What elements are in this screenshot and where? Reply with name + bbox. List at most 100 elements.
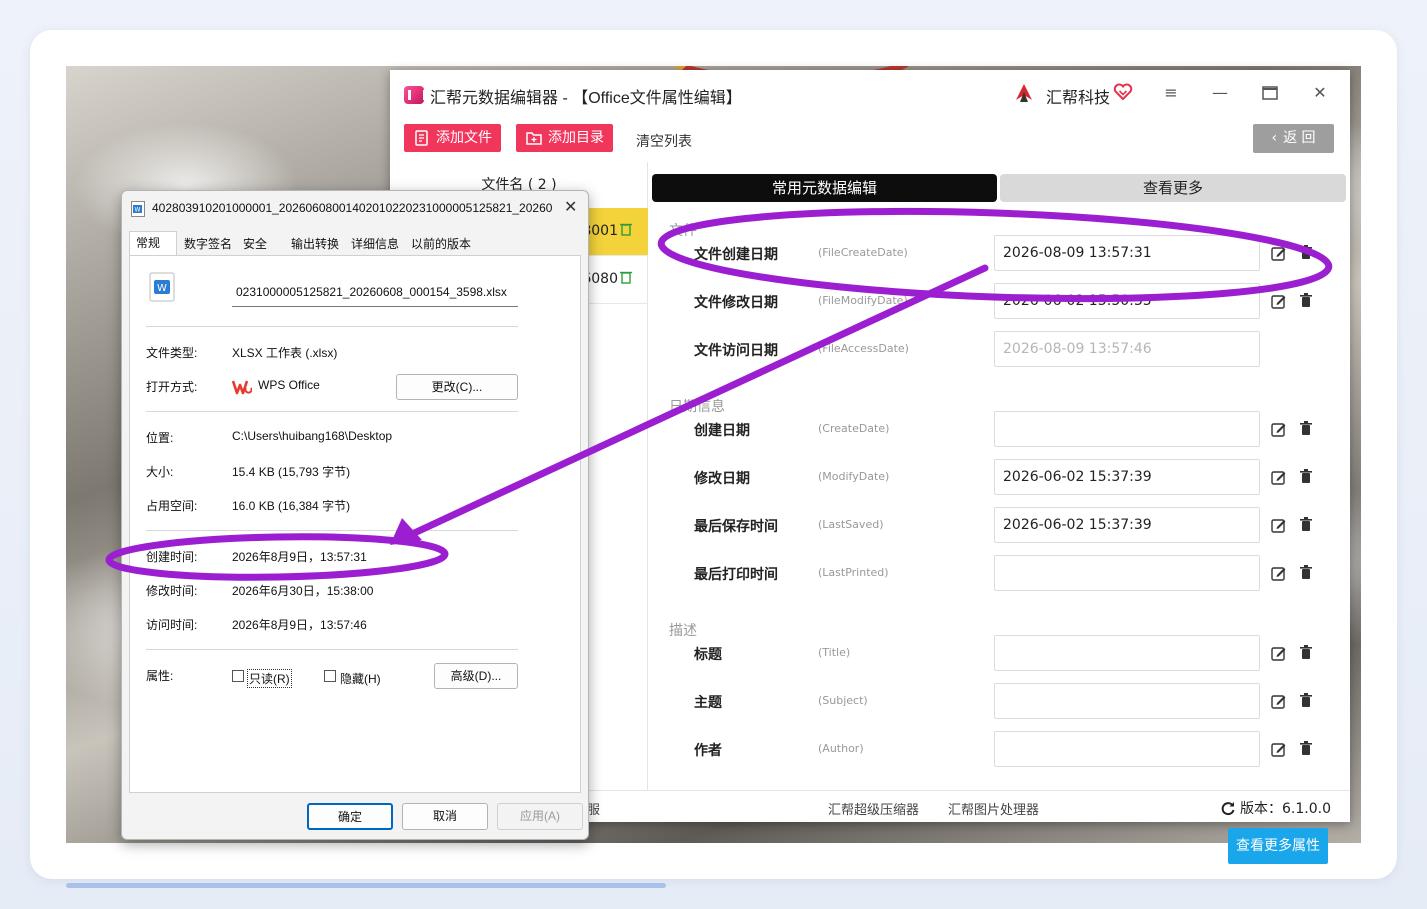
filename-field[interactable]: 0231000005125821_20260608_000154_3598.xl… bbox=[232, 279, 518, 307]
tab-details[interactable]: 详细信息 bbox=[345, 233, 399, 255]
dialog-close-icon[interactable]: ✕ bbox=[564, 197, 577, 217]
add-file-button[interactable]: 添加文件 bbox=[404, 124, 501, 152]
field-input[interactable]: 2026-06-02 15:50:35 bbox=[994, 283, 1260, 319]
field-input[interactable] bbox=[994, 731, 1260, 767]
menu-icon[interactable]: ≡ bbox=[1158, 80, 1184, 106]
field-label: 最后打印时间 bbox=[694, 567, 778, 583]
divider bbox=[146, 649, 518, 650]
hidden-checkbox[interactable] bbox=[324, 670, 336, 682]
created-label: 创建时间: bbox=[146, 550, 198, 564]
add-folder-icon bbox=[526, 132, 542, 145]
close-icon[interactable]: ✕ bbox=[1307, 80, 1333, 106]
advanced-button[interactable]: 高级(D)... bbox=[434, 663, 518, 689]
metadata-field-row: 主题 (Subject) bbox=[649, 678, 1350, 726]
field-key: (FileAccessDate) bbox=[818, 342, 909, 355]
app-title: 汇帮元数据编辑器 - 【Office文件属性编辑】 bbox=[430, 90, 742, 107]
field-input[interactable]: 2026-06-02 15:37:39 bbox=[994, 507, 1260, 543]
field-input[interactable]: 2026-08-09 13:57:46 bbox=[994, 331, 1260, 367]
trash-icon[interactable] bbox=[1300, 293, 1312, 308]
trash-icon[interactable] bbox=[1300, 469, 1312, 484]
field-input[interactable] bbox=[994, 683, 1260, 719]
heart-icon[interactable] bbox=[1113, 82, 1133, 102]
field-input[interactable]: 2026-08-09 13:57:31 bbox=[994, 235, 1260, 271]
field-input[interactable] bbox=[994, 635, 1260, 671]
tab-digital-signature[interactable]: 数字签名 bbox=[178, 233, 232, 255]
edit-icon[interactable] bbox=[1271, 470, 1286, 485]
edit-icon[interactable] bbox=[1271, 646, 1286, 661]
metadata-field-row: 创建日期 (CreateDate) bbox=[649, 406, 1350, 454]
add-directory-button[interactable]: 添加目录 bbox=[516, 124, 613, 152]
trash-icon[interactable] bbox=[620, 222, 632, 236]
change-button[interactable]: 更改(C)... bbox=[396, 374, 518, 400]
page-scrollbar[interactable] bbox=[66, 883, 666, 888]
location-label: 位置: bbox=[146, 431, 174, 445]
metadata-field-row: 标题 (Title) bbox=[649, 630, 1350, 678]
file-type-label: 文件类型: bbox=[146, 346, 198, 360]
brand-name: 汇帮科技 bbox=[1046, 90, 1111, 107]
open-with-value: WPS Office bbox=[258, 378, 320, 392]
trash-icon[interactable] bbox=[1300, 421, 1312, 436]
metadata-field-row: 文件修改日期 (FileModifyDate) 2026-06-02 15:50:3… bbox=[649, 278, 1350, 326]
field-key: (Title) bbox=[818, 646, 851, 659]
field-label: 主题 bbox=[694, 695, 722, 711]
hidden-label[interactable]: 隐藏(H) bbox=[340, 670, 381, 687]
cancel-button[interactable]: 取消 bbox=[402, 803, 488, 830]
tab-output-convert[interactable]: 输出转换 bbox=[285, 233, 339, 255]
apply-button[interactable]: 应用(A) bbox=[497, 803, 583, 830]
trash-icon[interactable] bbox=[620, 270, 632, 284]
location-value: C:\Users\huibang168\Desktop bbox=[232, 429, 393, 443]
refresh-icon[interactable] bbox=[1220, 800, 1236, 816]
edit-icon[interactable] bbox=[1271, 518, 1286, 533]
edit-icon[interactable] bbox=[1271, 694, 1286, 709]
minimize-icon[interactable]: — bbox=[1207, 80, 1233, 106]
field-input[interactable] bbox=[994, 555, 1260, 591]
edit-icon[interactable] bbox=[1271, 246, 1286, 261]
trash-icon[interactable] bbox=[1300, 741, 1312, 756]
back-button[interactable]: ‹ 返 回 bbox=[1253, 124, 1334, 153]
metadata-field-row: 最后保存时间 (LastSaved) 2026-06-02 15:37:39 bbox=[649, 502, 1350, 550]
field-input[interactable]: 2026-06-02 15:37:39 bbox=[994, 459, 1260, 495]
trash-icon[interactable] bbox=[1300, 245, 1312, 260]
field-key: (FileModifyDate) bbox=[818, 294, 908, 307]
trash-icon[interactable] bbox=[1300, 565, 1312, 580]
field-input[interactable] bbox=[994, 411, 1260, 447]
tab-security[interactable]: 安全 bbox=[237, 233, 267, 255]
view-more-attributes-button[interactable]: 查看更多属性 bbox=[1228, 828, 1328, 864]
clear-list-button[interactable]: 清空列表 bbox=[636, 131, 692, 151]
trash-icon[interactable] bbox=[1300, 517, 1312, 532]
tab-common-metadata[interactable]: 常用元数据编辑 bbox=[652, 174, 997, 202]
edit-icon[interactable] bbox=[1271, 742, 1286, 757]
trash-icon[interactable] bbox=[1300, 645, 1312, 660]
metadata-field-row: 作者 (Author) bbox=[649, 726, 1350, 774]
accessed-label: 访问时间: bbox=[146, 618, 198, 632]
maximize-icon[interactable] bbox=[1257, 80, 1283, 106]
field-label: 文件创建日期 bbox=[694, 247, 778, 263]
field-label: 文件修改日期 bbox=[694, 295, 778, 311]
field-key: (FileCreateDate) bbox=[818, 246, 908, 259]
dialog-tabs: 常规 数字签名 安全 输出转换 详细信息 以前的版本 bbox=[129, 231, 581, 255]
tab-previous-versions[interactable]: 以前的版本 bbox=[405, 233, 471, 255]
readonly-checkbox[interactable] bbox=[232, 670, 244, 682]
field-key: (Author) bbox=[818, 742, 864, 755]
trash-icon[interactable] bbox=[1300, 693, 1312, 708]
divider bbox=[146, 530, 518, 531]
svg-text:W: W bbox=[135, 207, 141, 214]
app-titlebar[interactable]: 汇帮元数据编辑器 - 【Office文件属性编辑】 汇帮科技 ≡ — ✕ bbox=[390, 70, 1350, 118]
tab-general[interactable]: 常规 bbox=[129, 231, 177, 255]
edit-icon[interactable] bbox=[1271, 422, 1286, 437]
file-properties-dialog: W 402803910201000001_2026060800140201022… bbox=[121, 190, 589, 840]
svg-text:W: W bbox=[157, 283, 167, 294]
image-tool-link[interactable]: 汇帮图片处理器 bbox=[948, 799, 1039, 818]
add-file-label: 添加文件 bbox=[436, 130, 492, 146]
edit-icon[interactable] bbox=[1271, 566, 1286, 581]
edit-icon[interactable] bbox=[1271, 294, 1286, 309]
ok-button[interactable]: 确定 bbox=[307, 803, 393, 830]
field-label: 创建日期 bbox=[694, 423, 750, 439]
tab-view-more[interactable]: 查看更多 bbox=[1000, 174, 1346, 202]
compressor-link[interactable]: 汇帮超级压缩器 bbox=[828, 799, 919, 818]
readonly-label[interactable]: 只读(R) bbox=[247, 669, 292, 688]
metadata-panel: 常用元数据编辑 查看更多 文件 日期信息 描述 文件创建日期 (FileCreat… bbox=[649, 162, 1350, 864]
modified-label: 修改时间: bbox=[146, 584, 198, 598]
word-doc-icon: W bbox=[149, 272, 175, 302]
file-type-value: XLSX 工作表 (.xlsx) bbox=[232, 346, 338, 360]
